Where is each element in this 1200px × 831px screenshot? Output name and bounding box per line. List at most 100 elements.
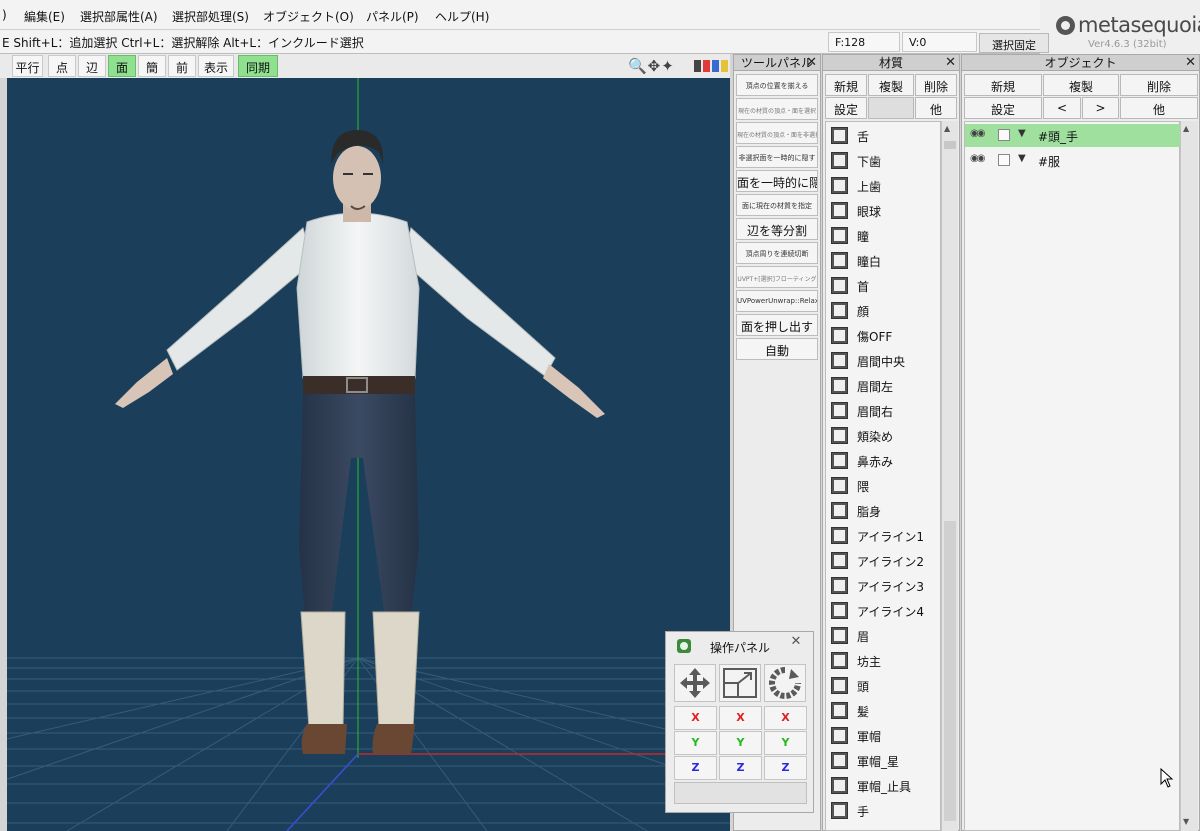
menu-selection-processing[interactable]: 選択部処理(S): [172, 8, 249, 25]
assign-material-button[interactable]: 面に現在の材質を指定: [736, 194, 818, 216]
material-scroll-thumb[interactable]: [944, 141, 956, 149]
rotate-z-button[interactable]: Z: [764, 756, 807, 780]
material-scrollbar[interactable]: ▲: [941, 121, 958, 831]
hide-faces-button[interactable]: 面を一時的に隠す: [736, 170, 818, 192]
object-panel-close-icon[interactable]: ✕: [1185, 55, 1196, 71]
material-swatch-icon[interactable]: [831, 727, 848, 744]
material-swatch-icon[interactable]: [831, 477, 848, 494]
material-item[interactable]: 鼻赤み: [826, 448, 940, 473]
expand-triangle-icon[interactable]: ▼: [1018, 128, 1026, 139]
material-item[interactable]: 眉間中央: [826, 348, 940, 373]
scroll-up-icon[interactable]: ▲: [944, 124, 950, 133]
move-z-button[interactable]: Z: [674, 756, 717, 780]
material-item[interactable]: 下歯: [826, 148, 940, 173]
object-prev-button[interactable]: <: [1043, 97, 1081, 119]
scale-x-button[interactable]: X: [719, 706, 762, 730]
material-item[interactable]: 顔: [826, 298, 940, 323]
tool-panel-close-icon[interactable]: ✕: [806, 55, 817, 71]
rotate-tool-button[interactable]: [764, 664, 806, 702]
material-item[interactable]: 瞳白: [826, 248, 940, 273]
material-swatch-icon[interactable]: [831, 327, 848, 344]
scale-tool-button[interactable]: [719, 664, 761, 702]
move-tool-button[interactable]: [674, 664, 716, 702]
material-scroll-track[interactable]: [944, 521, 956, 821]
scale-y-button[interactable]: Y: [719, 731, 762, 755]
material-item[interactable]: 眉間左: [826, 373, 940, 398]
material-item[interactable]: 瞳: [826, 223, 940, 248]
view-navigation-icons[interactable]: 🔍✥✦: [628, 57, 675, 75]
material-swatch-icon[interactable]: [831, 677, 848, 694]
operation-blank-button[interactable]: [674, 782, 807, 804]
material-delete-button[interactable]: 削除: [915, 74, 957, 96]
object-list[interactable]: ◉◉ ▼ #頭_手 ◉◉ ▼ #服: [964, 121, 1181, 831]
3d-viewport[interactable]: [7, 78, 730, 831]
material-swatch-icon[interactable]: [831, 402, 848, 419]
display-button[interactable]: 表示: [198, 55, 234, 77]
sync-button[interactable]: 同期: [238, 55, 278, 77]
auto-button[interactable]: 自動: [736, 338, 818, 360]
menu-edit[interactable]: 編集(E): [24, 8, 65, 25]
object-other-button[interactable]: 他: [1120, 97, 1198, 119]
material-item[interactable]: 軍帽: [826, 723, 940, 748]
material-item[interactable]: 手: [826, 798, 940, 823]
material-item[interactable]: アイライン4: [826, 598, 940, 623]
material-list[interactable]: 舌下歯 上歯 眼球瞳瞳白首顔傷OFF 眉間中央 眉間左 眉間右 頬染め 鼻赤み隈脂身 アイライン…: [825, 121, 941, 831]
material-item[interactable]: 坊主: [826, 648, 940, 673]
material-swatch-icon[interactable]: [831, 427, 848, 444]
material-item[interactable]: 傷OFF: [826, 323, 940, 348]
material-swatch-icon[interactable]: [831, 127, 848, 144]
material-item[interactable]: 髪: [826, 698, 940, 723]
material-new-button[interactable]: 新規: [825, 74, 867, 96]
object-scrollbar[interactable]: ▲ ▼: [1180, 121, 1198, 831]
material-swatch-icon[interactable]: [831, 277, 848, 294]
material-item[interactable]: 頬染め: [826, 423, 940, 448]
material-item[interactable]: 脂身: [826, 498, 940, 523]
material-item[interactable]: 眼球: [826, 198, 940, 223]
operation-panel-title-bar[interactable]: 操作パネル ✕: [666, 632, 813, 660]
rotate-x-button[interactable]: X: [764, 706, 807, 730]
menu-object[interactable]: オブジェクト(O): [263, 8, 354, 25]
material-item[interactable]: 上歯: [826, 173, 940, 198]
object-item[interactable]: ◉◉ ▼ #服: [965, 149, 1181, 172]
uv-power-unwrap-button[interactable]: UVPowerUnwrap::Relax: [736, 290, 818, 312]
material-item[interactable]: 軍帽_星: [826, 748, 940, 773]
menu-panel[interactable]: パネル(P): [366, 8, 419, 25]
material-swatch-icon[interactable]: [831, 302, 848, 319]
material-settings-button[interactable]: 設定: [825, 97, 867, 119]
lock-checkbox[interactable]: [998, 154, 1010, 166]
material-swatch-icon[interactable]: [831, 202, 848, 219]
material-swatch-icon[interactable]: [831, 227, 848, 244]
material-blank-button[interactable]: [868, 97, 914, 119]
material-item[interactable]: 軍帽_止具: [826, 773, 940, 798]
object-item[interactable]: ◉◉ ▼ #頭_手: [965, 124, 1181, 147]
material-item[interactable]: 舌: [826, 123, 940, 148]
material-item[interactable]: 隈: [826, 473, 940, 498]
material-swatch-icon[interactable]: [831, 802, 848, 819]
material-swatch-icon[interactable]: [831, 152, 848, 169]
material-item[interactable]: 眉間右: [826, 398, 940, 423]
object-next-button[interactable]: >: [1082, 97, 1119, 119]
material-swatch-icon[interactable]: [831, 777, 848, 794]
uv-floating-button[interactable]: UVPT+[選択]フローティング: [736, 266, 818, 288]
material-item[interactable]: 眉: [826, 623, 940, 648]
material-swatch-icon[interactable]: [831, 377, 848, 394]
material-swatch-icon[interactable]: [831, 352, 848, 369]
hide-unselected-faces-button[interactable]: 非選択面を一時的に隠す: [736, 146, 818, 168]
material-swatch-icon[interactable]: [831, 552, 848, 569]
display-color-icon[interactable]: [694, 60, 728, 72]
object-scroll-up-icon[interactable]: ▲: [1183, 124, 1189, 133]
material-swatch-icon[interactable]: [831, 652, 848, 669]
edge-mode-button[interactable]: 辺: [78, 55, 106, 77]
material-swatch-icon[interactable]: [831, 577, 848, 594]
scale-z-button[interactable]: Z: [719, 756, 762, 780]
simple-mode-button[interactable]: 簡: [138, 55, 166, 77]
menu-selection-attributes[interactable]: 選択部属性(A): [80, 8, 158, 25]
material-swatch-icon[interactable]: [831, 452, 848, 469]
align-vertices-button[interactable]: 頂点の位置を揃える: [736, 74, 818, 96]
lock-checkbox[interactable]: [998, 129, 1010, 141]
menu-help[interactable]: ヘルプ(H): [435, 8, 489, 25]
material-swatch-icon[interactable]: [831, 502, 848, 519]
front-view-button[interactable]: 前: [168, 55, 196, 77]
rotate-y-button[interactable]: Y: [764, 731, 807, 755]
vertex-mode-button[interactable]: 点: [48, 55, 76, 77]
